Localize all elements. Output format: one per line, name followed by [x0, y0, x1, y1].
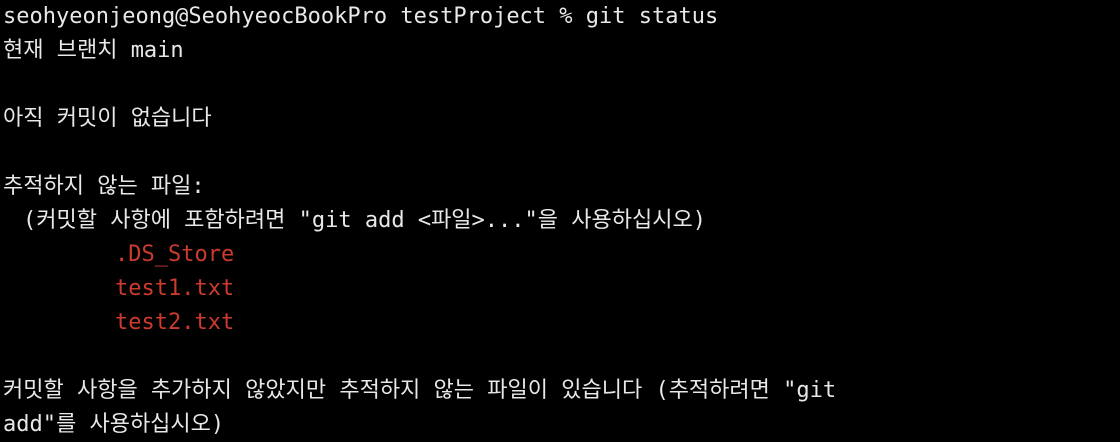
untracked-file-entry: .DS_Store — [3, 238, 1120, 272]
untracked-file-name: test1.txt — [115, 276, 235, 301]
untracked-file-entry: test2.txt — [3, 306, 1120, 340]
untracked-files-header: 추적하지 않는 파일: — [3, 174, 205, 199]
untracked-hint-line: (커밋할 사항에 포함하려면 "git add <파일>..."을 사용하십시오… — [3, 204, 1120, 238]
branch-status-line: 현재 브랜치 main — [3, 38, 184, 63]
command-prompt-line: seohyeonjeong@SeohyeocBookPro testProjec… — [3, 4, 719, 29]
summary-line-continued: add"를 사용하십시오) — [3, 412, 225, 437]
untracked-file-entry: test1.txt — [3, 272, 1120, 306]
untracked-file-name: .DS_Store — [115, 242, 235, 267]
summary-line: 커밋할 사항을 추가하지 않았지만 추적하지 않는 파일이 있습니다 (추적하려… — [3, 378, 837, 403]
no-commits-line: 아직 커밋이 없습니다 — [3, 106, 212, 131]
terminal-window[interactable]: seohyeonjeong@SeohyeocBookPro testProjec… — [0, 0, 1120, 437]
untracked-hint-text: (커밋할 사항에 포함하려면 "git add <파일>..."을 사용하십시오… — [23, 208, 706, 233]
untracked-file-name: test2.txt — [115, 310, 235, 335]
